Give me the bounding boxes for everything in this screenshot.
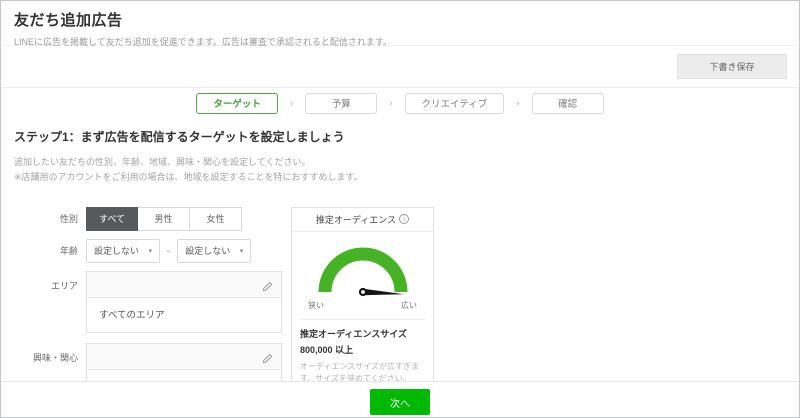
audience-size-value: 800,000 以上 <box>300 344 354 355</box>
step-label: 確認 <box>558 99 578 110</box>
audience-panel-title: 推定オーディエンス <box>315 214 397 225</box>
caret-down-icon: ▾ <box>148 247 152 255</box>
step-description-line1: 追加したい友だちの性別、年齢、地域、興味・関心を設定してください。 <box>14 157 311 167</box>
age-from-select[interactable]: 設定しない ▾ <box>86 238 160 263</box>
step-tab-confirm[interactable]: 確認 <box>531 92 604 114</box>
gender-label: 性別 <box>59 214 78 225</box>
gender-option-male[interactable]: 男性 <box>138 206 190 231</box>
interest-input[interactable] <box>87 343 281 370</box>
caret-down-icon: ▾ <box>239 247 244 255</box>
gauge-narrow-label: 狭い <box>308 300 324 310</box>
save-draft-button[interactable]: 下書き保存 <box>677 54 787 79</box>
gender-option-female[interactable]: 女性 <box>190 206 242 231</box>
footer-bar: 次へ <box>1 381 799 417</box>
step-label: ターゲット <box>213 99 261 110</box>
toolbar: 下書き保存 <box>1 46 799 88</box>
chevron-right-icon: › <box>289 97 294 109</box>
step-tab-budget[interactable]: 予算 <box>305 92 378 114</box>
gender-row: 性別 すべて 男性 女性 <box>14 206 282 231</box>
estimated-audience-panel: 推定オーディエンス i 狭い 広い 推定オーディエンスサイズ 800,000 以… <box>291 206 434 398</box>
area-edit-box: すべてのエリア <box>86 270 282 333</box>
step-label: 予算 <box>331 99 351 110</box>
targeting-content: 性別 すべて 男性 女性 年齢 設定しない ▾ ~ 設定しない ▾ エリア すべ… <box>1 185 799 413</box>
age-to-select[interactable]: 設定しない ▾ <box>177 238 252 263</box>
gender-option-all[interactable]: すべて <box>86 206 138 231</box>
gender-segmented-control: すべて 男性 女性 <box>86 206 242 231</box>
chevron-right-icon: › <box>389 97 393 109</box>
age-range-separator: ~ <box>166 245 172 256</box>
pencil-icon[interactable] <box>262 279 273 297</box>
audience-gauge <box>292 232 433 303</box>
info-icon[interactable]: i <box>399 214 410 225</box>
step-heading: ステップ1：まず広告を配信するターゲットを設定しましょう <box>14 130 345 144</box>
area-selection-text: すべてのエリア <box>99 309 165 321</box>
step-intro: ステップ1：まず広告を配信するターゲットを設定しましょう 追加したい友だちの性別… <box>1 118 799 185</box>
pencil-icon[interactable] <box>262 351 273 369</box>
age-label: 年齢 <box>59 246 78 257</box>
page-title: 友だち追加広告 <box>14 12 123 29</box>
step-tab-target[interactable]: ターゲット <box>196 92 278 114</box>
audience-panel-header: 推定オーディエンス i <box>292 208 433 232</box>
step-label: クリエイティブ <box>421 99 488 110</box>
audience-size-label: 推定オーディエンスサイズ <box>300 328 407 339</box>
age-from-value: 設定しない <box>94 246 140 257</box>
gauge-wide-label: 広い <box>401 300 417 310</box>
page-header: 友だち追加広告 LINEに広告を掲載して友だち追加を促進できます。広告は審査で承… <box>1 1 799 47</box>
next-button[interactable]: 次へ <box>370 389 430 415</box>
step-description-line2: ※店舗用のアカウントをご利用の場合は、地域を設定することを特におすすめします。 <box>14 171 363 182</box>
age-row: 年齢 設定しない ▾ ~ 設定しない ▾ <box>14 238 282 263</box>
gauge-arc <box>318 247 407 296</box>
area-label: エリア <box>50 280 78 291</box>
area-input[interactable] <box>87 271 281 298</box>
step-navigation: ターゲット › 予算 › クリエイティブ › 確認 <box>1 88 799 118</box>
step-tab-creative[interactable]: クリエイティブ <box>404 92 505 114</box>
area-row: エリア すべてのエリア <box>14 270 282 333</box>
friend-add-ads-page: 友だち追加広告 LINEに広告を掲載して友だち追加を促進できます。広告は審査で承… <box>0 0 800 418</box>
chevron-right-icon: › <box>516 97 520 109</box>
step-description: 追加したい友だちの性別、年齢、地域、興味・関心を設定してください。 ※店舗用のア… <box>14 155 786 185</box>
interest-label: 興味・関心 <box>32 352 78 363</box>
age-to-value: 設定しない <box>185 246 231 257</box>
